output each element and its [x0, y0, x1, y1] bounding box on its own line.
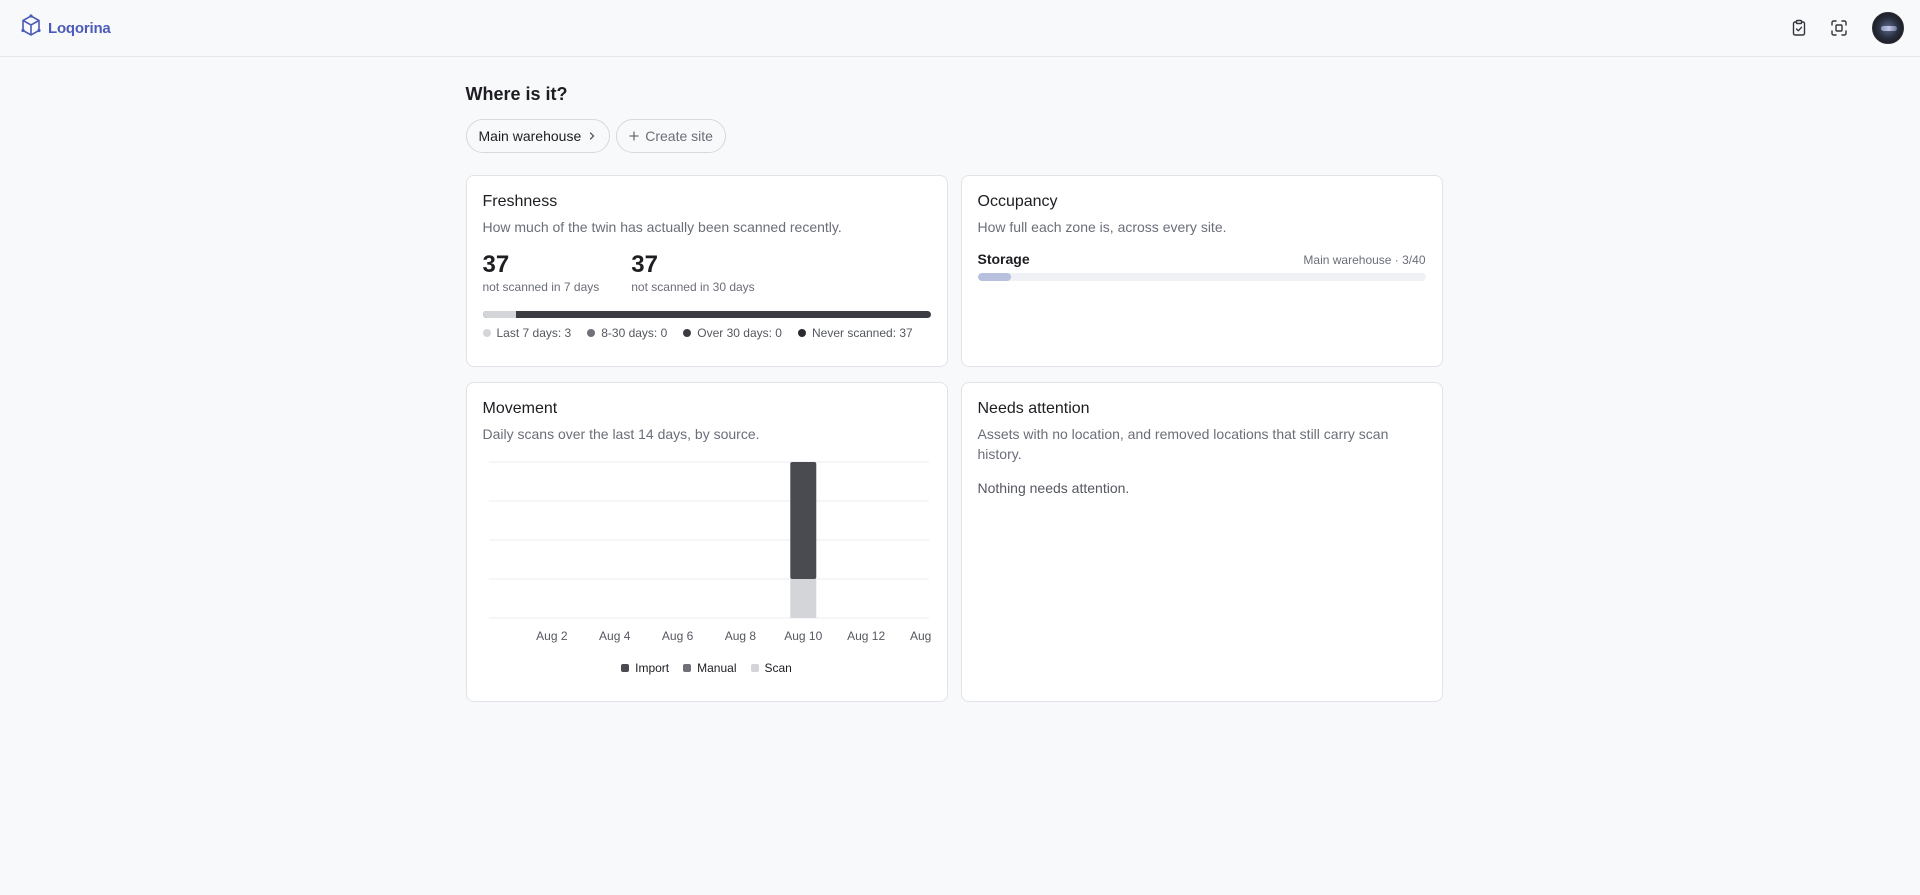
movement-card: Movement Daily scans over the last 14 da… — [465, 382, 948, 702]
x-tick-label: Aug 10 — [784, 629, 822, 643]
x-tick-label: Aug 2 — [536, 629, 568, 643]
needs-attention-subtitle: Assets with no location, and removed loc… — [977, 426, 1389, 462]
zone-row[interactable]: Storage Main warehouse · 3/40 — [978, 251, 1426, 267]
legend-label: Over 30 days: 0 — [697, 326, 782, 340]
chevron-right-icon — [587, 128, 597, 144]
top-bar: Loqorina — [0, 0, 1920, 57]
scan-icon[interactable] — [1826, 15, 1852, 41]
zone-meta: Main warehouse · 3/40 — [1303, 253, 1426, 267]
legend-item: Last 7 days: 3 — [482, 326, 572, 340]
legend-swatch — [750, 664, 759, 672]
legend-item-scan[interactable]: Scan — [750, 661, 792, 675]
freshness-subtitle: How much of the twin has actually been s… — [482, 219, 842, 235]
occupancy-subtitle: How full each zone is, across every site… — [977, 219, 1227, 235]
x-tick-label: Aug 4 — [599, 629, 631, 643]
stat-label: not scanned in 7 days — [482, 280, 600, 294]
needs-attention-empty: Nothing needs attention. — [977, 480, 1130, 496]
freshness-title: Freshness — [482, 193, 558, 210]
x-tick-label: Aug 6 — [661, 629, 693, 643]
legend-swatch — [621, 664, 630, 672]
zone-name: Storage — [977, 251, 1030, 267]
cube-logo-icon — [18, 13, 44, 44]
stat-value: 37 — [631, 251, 658, 278]
stat-value: 37 — [482, 251, 510, 278]
plus-icon — [629, 128, 639, 144]
freshness-card: Freshness How much of the twin has actua… — [465, 175, 948, 367]
x-tick-label: Aug 14 — [909, 629, 932, 643]
legend-item: 8-30 days: 0 — [587, 326, 667, 340]
legend-item: Over 30 days: 0 — [683, 326, 782, 340]
legend-label: Manual — [697, 661, 737, 675]
movement-title: Movement — [482, 400, 558, 417]
main-content: Where is it? Main warehouse Create site … — [465, 57, 1443, 702]
brand-name: Loqorina — [48, 19, 111, 37]
bar-scan-aug-10[interactable] — [789, 579, 816, 618]
legend-label: Never scanned: 37 — [811, 326, 913, 340]
legend-dot — [482, 329, 491, 337]
x-tick-label: Aug 8 — [724, 629, 756, 643]
legend-item-manual[interactable]: Manual — [683, 661, 737, 675]
legend-item: Never scanned: 37 — [797, 326, 913, 340]
occupancy-card: Occupancy How full each zone is, across … — [960, 175, 1443, 367]
needs-attention-card: Needs attention Assets with no location,… — [960, 382, 1443, 702]
needs-attention-title: Needs attention — [977, 400, 1090, 417]
bar-import-aug-10[interactable] — [789, 462, 816, 579]
movement-chart: Aug 2 Aug 4 Aug 6 Aug 8 Aug 10 Aug 12 Aug 14 — [488, 461, 948, 643]
stat-30-days: 37 not scanned in 30 days — [631, 251, 754, 294]
stat-7-days: 37 not scanned in 7 days — [483, 251, 600, 294]
create-site-button[interactable]: Create site — [616, 119, 726, 153]
legend-label: Last 7 days: 3 — [496, 326, 572, 340]
site-pill-label: Main warehouse — [478, 128, 582, 144]
freshness-bar-recent — [482, 311, 517, 318]
legend-label: Scan — [764, 661, 792, 675]
legend-swatch — [683, 664, 692, 672]
clipboard-check-icon[interactable] — [1786, 15, 1812, 41]
legend-dot — [587, 329, 596, 337]
legend-label: Import — [635, 661, 670, 675]
movement-subtitle: Daily scans over the last 14 days, by so… — [482, 426, 760, 442]
avatar[interactable] — [1872, 12, 1904, 44]
brand-logo[interactable]: Loqorina — [18, 13, 111, 44]
movement-legend: Import Manual Scan — [483, 661, 931, 675]
x-tick-label: Aug 12 — [847, 629, 885, 643]
freshness-bar — [482, 311, 931, 318]
stat-label: not scanned in 30 days — [631, 280, 755, 294]
legend-label: 8-30 days: 0 — [601, 326, 668, 340]
freshness-legend: Last 7 days: 3 8-30 days: 0 Over 30 days… — [482, 326, 931, 340]
legend-dot — [683, 329, 692, 337]
site-pill-main-warehouse[interactable]: Main warehouse — [465, 119, 611, 153]
legend-item-import[interactable]: Import — [621, 661, 669, 675]
zone-occupancy-fill — [977, 273, 1012, 281]
page-title: Where is it? — [465, 84, 568, 104]
zone-occupancy-bar — [977, 273, 1426, 281]
legend-dot — [797, 329, 806, 337]
occupancy-title: Occupancy — [977, 193, 1058, 210]
create-site-label: Create site — [645, 128, 713, 144]
site-selector: Main warehouse Create site — [465, 119, 1443, 153]
